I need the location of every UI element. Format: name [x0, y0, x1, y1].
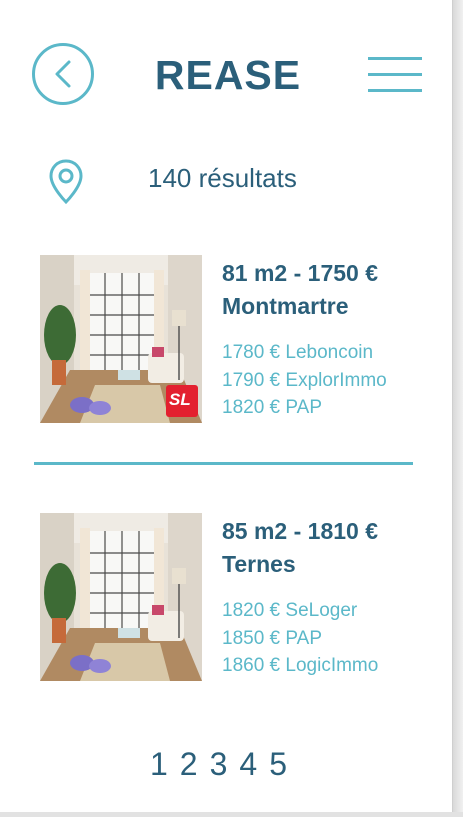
listing-photo[interactable]: SL	[40, 255, 202, 423]
listing-neighborhood: Ternes	[222, 551, 296, 577]
price-comparison-list: 1780 € Leboncoin 1790 € ExplorImmo 1820 …	[222, 339, 422, 422]
page-link-3[interactable]: 3	[210, 746, 228, 783]
window-edge	[452, 0, 463, 817]
price-comparison-list: 1820 € SeLoger 1850 € PAP 1860 € LogicIm…	[222, 597, 422, 680]
chevron-left-icon	[55, 60, 71, 88]
map-pin-icon[interactable]	[48, 158, 84, 206]
divider	[34, 462, 413, 465]
page-link-5[interactable]: 5	[269, 746, 287, 783]
price-item[interactable]: 1780 € Leboncoin	[222, 339, 422, 367]
hamburger-menu-icon	[368, 57, 422, 60]
page-link-2[interactable]: 2	[180, 746, 198, 783]
page-link-1[interactable]: 1	[150, 746, 168, 783]
hamburger-menu-icon-bar	[368, 73, 422, 76]
price-item[interactable]: 1850 € PAP	[222, 625, 422, 653]
window-edge-bottom	[0, 812, 463, 817]
listing-headline[interactable]: 81 m2 - 1750 € Montmartre	[222, 257, 422, 323]
price-item[interactable]: 1860 € LogicImmo	[222, 652, 422, 680]
price-item[interactable]: 1790 € ExplorImmo	[222, 367, 422, 395]
listing-card[interactable]: 85 m2 - 1810 € Ternes 1820 € SeLoger 185…	[40, 513, 420, 683]
listing-neighborhood: Montmartre	[222, 293, 349, 319]
app-title: REASE	[154, 52, 302, 98]
hamburger-menu-icon-bar	[368, 89, 422, 92]
page-link-4[interactable]: 4	[239, 746, 257, 783]
seloger-logo: SL	[166, 385, 198, 417]
menu-button[interactable]	[368, 57, 422, 93]
results-count: 140 résultats	[148, 163, 297, 193]
listing-headline[interactable]: 85 m2 - 1810 € Ternes	[222, 515, 422, 581]
price-item[interactable]: 1820 € SeLoger	[222, 597, 422, 625]
listing-card[interactable]: SL 81 m2 - 1750 € Montmartre 1780 € Lebo…	[40, 255, 420, 425]
pagination: 12345	[150, 746, 299, 786]
listing-size-price: 81 m2 - 1750 €	[222, 260, 379, 286]
listing-photo[interactable]	[40, 513, 202, 681]
price-item[interactable]: 1820 € PAP	[222, 394, 422, 422]
listing-size-price: 85 m2 - 1810 €	[222, 518, 379, 544]
back-button[interactable]	[32, 43, 94, 105]
